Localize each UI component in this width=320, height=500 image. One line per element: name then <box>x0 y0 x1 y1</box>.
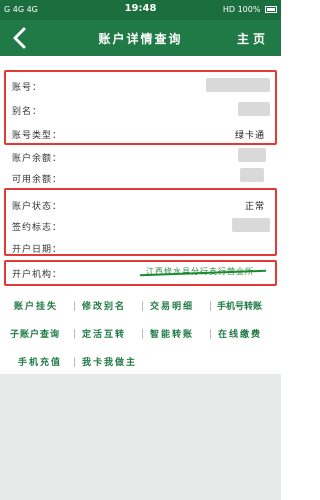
link-transaction-detail[interactable]: 交易明细 <box>150 299 194 312</box>
status-right: HD 100% <box>223 5 277 14</box>
divider <box>74 301 75 311</box>
link-phone-topup[interactable]: 手机充值 <box>18 355 62 368</box>
battery-text: HD 100% <box>222 5 261 14</box>
divider <box>74 357 75 367</box>
link-sub-account[interactable]: 子账户查询 <box>10 327 60 340</box>
balance-row: 账户余额： <box>12 147 269 167</box>
available-value-redacted <box>240 168 264 182</box>
highlight-box-status <box>4 188 277 256</box>
link-smart-transfer[interactable]: 智能转账 <box>150 327 194 340</box>
available-row: 可用余额： <box>12 168 269 188</box>
link-online-payment[interactable]: 在线缴费 <box>218 327 262 340</box>
divider <box>74 329 75 339</box>
link-fixed-demand[interactable]: 定活互转 <box>82 327 126 340</box>
status-bar: G 4G 4G 19:48 HD 100% <box>0 0 281 20</box>
divider <box>142 329 143 339</box>
balance-value-redacted <box>238 148 266 162</box>
divider <box>142 301 143 311</box>
link-phone-transfer[interactable]: 手机号转账 <box>217 299 262 312</box>
highlight-box-branch <box>4 260 277 286</box>
home-button[interactable]: 主页 <box>237 30 269 47</box>
available-label: 可用余额： <box>12 175 63 185</box>
highlight-box-account <box>4 70 277 145</box>
link-edit-alias[interactable]: 修改别名 <box>82 299 126 312</box>
bottom-area <box>0 374 281 500</box>
divider <box>210 329 211 339</box>
link-my-card[interactable]: 我卡我做主 <box>82 355 137 368</box>
battery-icon <box>265 6 277 13</box>
link-report-loss[interactable]: 账户挂失 <box>14 299 58 312</box>
balance-label: 账户余额： <box>12 154 63 164</box>
divider <box>210 301 211 311</box>
title-bar: 账户详情查询 主页 <box>0 20 281 56</box>
